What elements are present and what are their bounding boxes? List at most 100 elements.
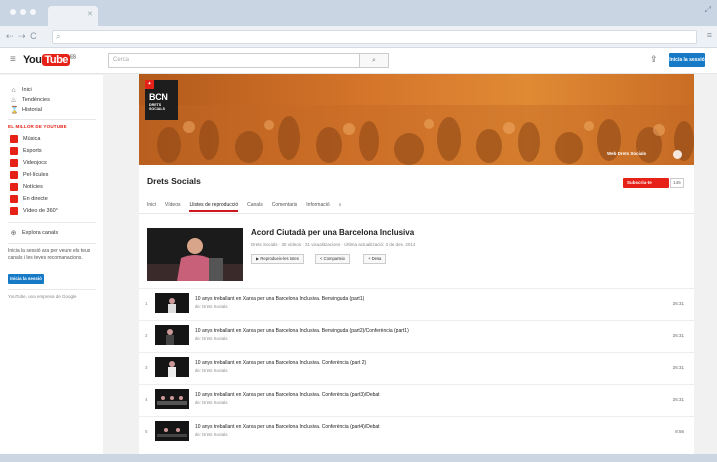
sidebar-item-360-video[interactable]: Vídeo de 360° [10, 206, 58, 216]
video-author[interactable]: de: Drets Socials [195, 400, 227, 405]
row-index: 1 [145, 301, 148, 306]
video-thumbnail[interactable] [155, 421, 189, 441]
video-title[interactable]: 10 anys treballant en Xarxa per una Barc… [195, 360, 366, 366]
sidebar-item-label: Música [23, 136, 41, 142]
share-button[interactable]: < Comparteix [315, 254, 351, 264]
video-title[interactable]: 10 anys treballant en Xarxa per una Barc… [195, 328, 409, 334]
video-duration: 26:31 [672, 333, 684, 338]
sidebar-item-history[interactable]: ⌛ Historial [10, 105, 42, 115]
playlist-row[interactable]: 2 10 anys treballant en Xarxa per una Ba… [139, 320, 694, 351]
guide-menu-icon[interactable]: ≡ [10, 54, 16, 65]
banner-website-link[interactable]: Web Drets Socials [607, 151, 646, 156]
sidebar-item-news[interactable]: Notícies [10, 182, 43, 192]
playlist-row[interactable]: 4 10 anys treballant en Xarxa per una Ba… [139, 384, 694, 415]
close-tab-icon[interactable]: ✕ [87, 10, 93, 18]
trending-icon: ♨ [10, 97, 17, 104]
video-author[interactable]: de: Drets Socials [195, 336, 227, 341]
logo-country: ES [69, 54, 76, 61]
video-author[interactable]: de: Drets Socials [195, 432, 227, 437]
tab-videos[interactable]: Vídeos [165, 202, 181, 212]
channel-page: ✦ BCN DRETS SOCIALS Web Drets Socials Dr… [139, 74, 694, 454]
sidebar-item-movies[interactable]: Pel·lícules [10, 170, 48, 180]
playlist-row[interactable]: 3 10 anys treballant en Xarxa per una Ba… [139, 352, 694, 383]
share-label: Comparteix [323, 256, 346, 261]
sidebar-item-live[interactable]: En directe [10, 194, 48, 204]
sidebar-item-trending[interactable]: ♨ Tendències [10, 95, 49, 105]
tab-about[interactable]: Informació [306, 202, 329, 212]
logo-tube: Tube [42, 54, 70, 66]
logo-you: You [23, 54, 42, 66]
channel-search-icon[interactable]: ⌕ [339, 202, 342, 212]
window-controls[interactable] [10, 9, 36, 15]
video-author[interactable]: de: Drets Socials [195, 304, 227, 309]
browser-titlebar: ✕ ⤢ [0, 0, 717, 26]
playlist-meta: Drets Socials · 35 vídeos · 31 visualitz… [251, 242, 416, 247]
youtube-header: ≡ You Tube ES Cerca ⌕ ⇪ Inicia la sessió [0, 48, 717, 74]
tab-channels[interactable]: Canals [247, 202, 263, 212]
video-title[interactable]: 10 anys treballant en Xarxa per una Barc… [195, 296, 364, 302]
playlist-row[interactable]: 1 10 anys treballant en Xarxa per una Ba… [139, 288, 694, 319]
sidebar-item-browse-channels[interactable]: ⊕ Explora canals [10, 228, 59, 238]
search-icon: ⌕ [56, 32, 61, 41]
sidebar-item-music[interactable]: Música [10, 134, 40, 144]
browser-menu-icon[interactable]: ≡ [707, 30, 712, 40]
subscriber-count: 145 [670, 178, 684, 188]
save-button[interactable]: + Desa [363, 254, 387, 264]
playlist-row[interactable]: 5 10 anys treballant en Xarxa per una Ba… [139, 416, 694, 447]
minimize-window-dot[interactable] [20, 9, 26, 15]
signin-button[interactable]: Inicia la sessió [669, 53, 705, 67]
sidebar-item-label: Historial [22, 107, 42, 113]
channel-title[interactable]: Drets Socials [147, 176, 201, 186]
tab-discussion[interactable]: Comentaris [272, 202, 298, 212]
sidebar-item-label: Notícies [23, 184, 43, 190]
video-title[interactable]: 10 anys treballant en Xarxa per una Barc… [195, 424, 380, 430]
search-icon: ⌕ [372, 57, 376, 64]
playlist-thumbnail[interactable] [147, 228, 243, 281]
video-thumbnail[interactable] [155, 389, 189, 409]
close-window-dot[interactable] [10, 9, 16, 15]
video-thumbnail[interactable] [155, 293, 189, 313]
360-video-icon [10, 207, 18, 215]
window-resize-icon[interactable]: ⤢ [705, 5, 711, 15]
row-index: 2 [145, 333, 148, 338]
music-icon [10, 135, 18, 143]
playlist-title[interactable]: Acord Ciutadà per una Barcelona Inclusiv… [251, 228, 414, 237]
social-link-icon[interactable] [673, 150, 682, 159]
sidebar-item-home[interactable]: ⌂ Inici [10, 85, 31, 95]
url-bar[interactable]: ⌕ [52, 30, 697, 44]
sidebar-footer-note: YouTube, una empresa de Google [8, 294, 77, 299]
tab-home[interactable]: Inici [147, 202, 156, 212]
sidebar-signin-button[interactable]: Inicia la sessió [8, 274, 44, 284]
bcn-logo: ✦ BCN DRETS SOCIALS [145, 80, 178, 120]
video-duration: 8:56 [675, 429, 684, 434]
sidebar-item-sports[interactable]: Esports [10, 146, 42, 156]
youtube-logo[interactable]: You Tube ES [23, 54, 76, 66]
channel-tabs: Inici Vídeos Llistes de reproducció Cana… [147, 202, 341, 212]
play-all-button[interactable]: ▶ Reprodueix-les totes [251, 254, 304, 264]
maximize-window-dot[interactable] [30, 9, 36, 15]
video-title[interactable]: 10 anys treballant en Xarxa per una Barc… [195, 392, 380, 398]
gaming-icon [10, 159, 18, 167]
browse-channels-icon: ⊕ [10, 230, 17, 237]
logo-title: BCN [149, 92, 168, 102]
news-icon [10, 183, 18, 191]
tab-playlists[interactable]: Llistes de reproducció [189, 202, 239, 212]
browser-nav-controls[interactable]: ⇠ ⇢ C [6, 31, 38, 42]
sports-icon [10, 147, 18, 155]
video-author[interactable]: de: Drets Socials [195, 368, 227, 373]
sidebar-item-label: En directe [23, 196, 48, 202]
upload-icon[interactable]: ⇪ [650, 54, 658, 65]
subscribe-button[interactable]: Subscriu-te [623, 178, 669, 188]
play-all-label: Reprodueix-les totes [260, 256, 299, 261]
sidebar-item-label: Explora canals [22, 230, 59, 236]
movies-icon [10, 171, 18, 179]
logo-subtitle: DRETS SOCIALS [149, 103, 165, 111]
search-button[interactable]: ⌕ [359, 53, 389, 68]
sidebar-item-gaming[interactable]: Videojocs [10, 158, 47, 168]
guide-sidebar: ⌂ Inici ♨ Tendències ⌛ Historial EL MILL… [0, 75, 103, 454]
video-thumbnail[interactable] [155, 357, 189, 377]
video-thumbnail[interactable] [155, 325, 189, 345]
logo-mark-icon: ✦ [145, 80, 154, 89]
search-input[interactable]: Cerca [108, 53, 360, 68]
browser-tab[interactable]: ✕ [48, 6, 98, 26]
